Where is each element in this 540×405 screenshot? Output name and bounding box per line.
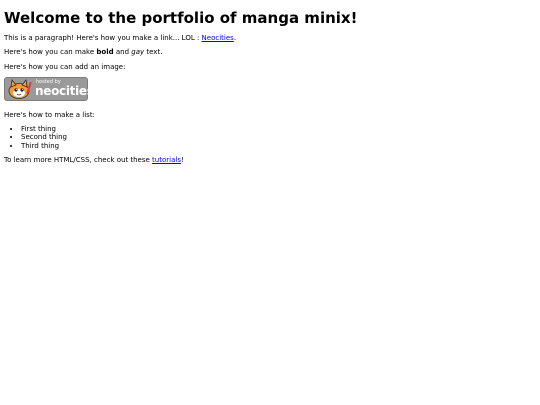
formatting-end: text. [144,48,163,57]
page-title: Welcome to the portfolio of manga minix! [4,9,358,27]
list-intro-paragraph: Here's how to make a list: [4,110,95,119]
tutorials-paragraph: To learn more HTML/CSS, check out these … [4,156,536,164]
intro-text: This is a paragraph! Here's how you make… [4,34,202,42]
neocities-cat-icon [8,79,32,100]
badge-neocities-label: neocities [35,84,94,99]
example-list: First thing Second thing Third thing [4,125,536,150]
formatting-middle: and [113,48,132,57]
tutorials-end: ! [180,156,184,165]
page-content: Welcome to the portfolio of manga minix!… [0,0,540,165]
neocities-link[interactable]: Neocities [202,34,234,42]
list-item: First thing [21,125,536,133]
hosted-by-neocities-badge[interactable]: hosted by neocities [4,77,94,102]
list-item: Second thing [21,133,536,141]
bold-text: bold [96,48,114,57]
list-item: Third thing [21,142,536,150]
italic-text: gay [131,48,145,57]
formatting-start: Here's how you can make [4,48,97,57]
tutorials-link[interactable]: tutorials [152,156,181,164]
intro-paragraph: This is a paragraph! Here's how you make… [4,34,536,42]
image-paragraph: Here's how you can add an image: [4,62,126,71]
tutorials-text: To learn more HTML/CSS, check out these [4,156,153,165]
intro-end: . [233,34,237,42]
formatting-paragraph: Here's how you can make bold and gay tex… [4,48,536,56]
